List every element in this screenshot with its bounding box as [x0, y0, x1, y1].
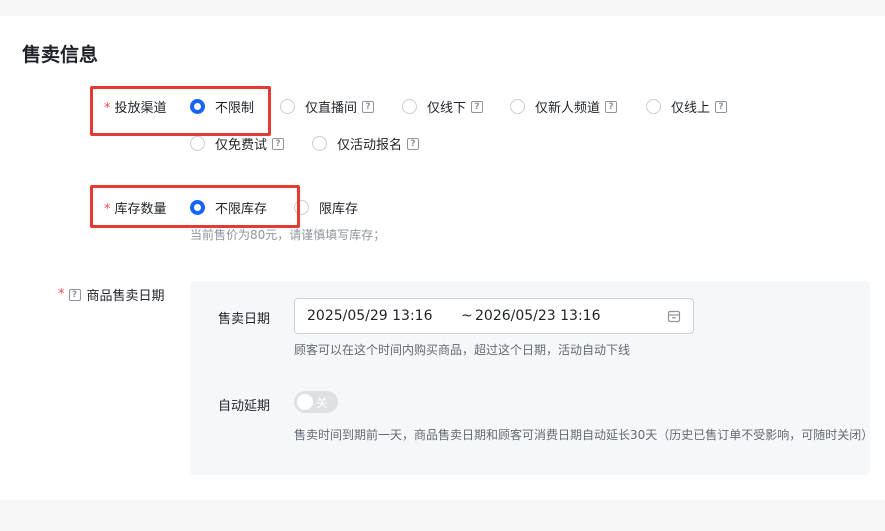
- radio-stock-unlimited[interactable]: 不限库存: [190, 198, 267, 217]
- radio-label: 仅直播间: [305, 101, 358, 116]
- radio-label: 仅活动报名: [337, 138, 403, 153]
- date-range-separator: ~: [461, 308, 473, 324]
- radio-dot-icon: [280, 99, 295, 114]
- radio-dot-icon: [294, 200, 309, 215]
- required-mark: *: [104, 202, 111, 217]
- required-mark: *: [58, 287, 65, 302]
- section-title: 售卖信息: [22, 44, 99, 66]
- switch-knob: [297, 394, 313, 410]
- help-icon[interactable]: ?: [407, 137, 420, 150]
- help-icon[interactable]: ?: [68, 288, 81, 301]
- channel-field-label: * 投放渠道: [104, 97, 167, 116]
- top-background-strip: [0, 0, 885, 16]
- radio-label: 不限库存: [215, 202, 268, 217]
- radio-channel-unlimited[interactable]: 不限制: [190, 97, 254, 116]
- calendar-icon[interactable]: [667, 309, 681, 323]
- radio-dot-icon: [190, 99, 205, 114]
- channel-label-text: 投放渠道: [114, 101, 167, 116]
- help-icon[interactable]: ?: [715, 100, 728, 113]
- stock-field-label: * 库存数量: [104, 198, 167, 217]
- auto-extend-label: 自动延期: [218, 399, 271, 414]
- date-start-value[interactable]: 2025/05/29 13:16: [307, 308, 433, 324]
- radio-channel-offline-only[interactable]: 仅线下 ?: [402, 97, 484, 116]
- radio-dot-icon: [510, 99, 525, 114]
- sale-period-label-text: 商品售卖日期: [86, 289, 165, 304]
- radio-dot-icon: [190, 200, 205, 215]
- help-icon[interactable]: ?: [605, 100, 618, 113]
- help-icon[interactable]: ?: [471, 100, 484, 113]
- required-mark: *: [104, 101, 111, 116]
- radio-dot-icon: [190, 136, 205, 151]
- radio-label: 限库存: [319, 202, 359, 217]
- radio-channel-online-only[interactable]: 仅线上 ?: [646, 97, 728, 116]
- sale-period-field-label: * ? 商品售卖日期: [58, 285, 165, 304]
- radio-dot-icon: [312, 136, 327, 151]
- auto-extend-description: 售卖时间到期前一天，商品售卖日期和顾客可消费日期自动延长30天（历史已售订单不受…: [294, 428, 874, 442]
- stock-label-text: 库存数量: [114, 202, 167, 217]
- stock-hint: 当前售价为80元，请谨慎填写库存；: [190, 228, 386, 242]
- help-icon[interactable]: ?: [272, 137, 285, 150]
- radio-stock-limited[interactable]: 限库存: [294, 198, 358, 217]
- bottom-background-strip: [0, 500, 885, 531]
- radio-channel-free-trial-only[interactable]: 仅免费试 ?: [190, 134, 285, 153]
- help-icon[interactable]: ?: [362, 100, 375, 113]
- radio-label: 仅免费试: [215, 138, 268, 153]
- date-end-value[interactable]: 2026/05/23 13:16: [475, 308, 601, 324]
- radio-dot-icon: [646, 99, 661, 114]
- sale-date-range-picker[interactable]: 2025/05/29 13:16 ~ 2026/05/23 13:16: [294, 298, 694, 334]
- radio-dot-icon: [402, 99, 417, 114]
- radio-label: 仅线下: [427, 101, 467, 116]
- radio-label: 仅新人频道: [535, 101, 601, 116]
- radio-channel-newcomer-only[interactable]: 仅新人频道 ?: [510, 97, 618, 116]
- sale-date-label: 售卖日期: [218, 312, 271, 327]
- switch-state-text: 关: [316, 396, 329, 410]
- radio-label: 仅线上: [671, 101, 711, 116]
- radio-label: 不限制: [215, 101, 255, 116]
- sale-date-hint: 顾客可以在这个时间内购买商品，超过这个日期，活动自动下线: [294, 343, 631, 357]
- radio-channel-live-only[interactable]: 仅直播间 ?: [280, 97, 375, 116]
- auto-extend-switch[interactable]: 关: [294, 391, 338, 413]
- radio-channel-event-signup-only[interactable]: 仅活动报名 ?: [312, 134, 420, 153]
